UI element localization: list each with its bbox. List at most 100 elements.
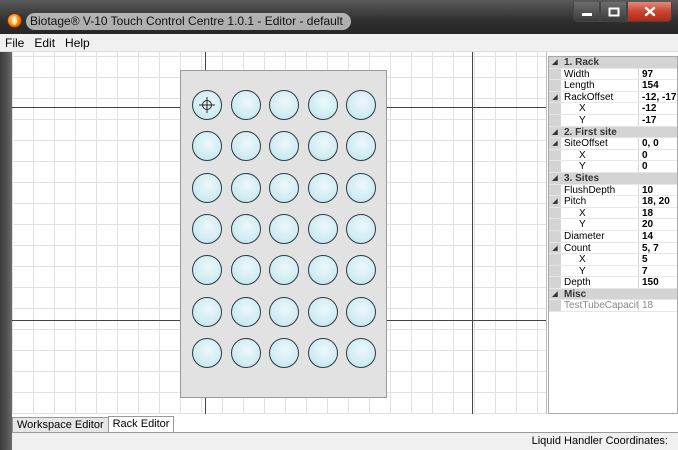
close-button[interactable]: [627, 2, 672, 22]
rack-well[interactable]: [346, 213, 376, 244]
rack-outline[interactable]: [180, 70, 387, 398]
property-row[interactable]: Depth 150: [549, 277, 677, 289]
property-value[interactable]: 0: [639, 150, 677, 161]
grid-gutter: [549, 161, 561, 172]
rack-editor-canvas[interactable]: [12, 52, 547, 414]
rack-well[interactable]: [307, 337, 338, 368]
rack-well[interactable]: [307, 172, 338, 203]
property-value[interactable]: 10: [639, 185, 677, 196]
rack-well[interactable]: [230, 255, 261, 286]
collapse-triangle-icon[interactable]: ◢: [549, 172, 561, 184]
property-name: Width: [561, 68, 639, 80]
rack-well[interactable]: [269, 296, 299, 327]
property-row[interactable]: Y -17: [549, 114, 677, 127]
property-row[interactable]: Width 97: [549, 68, 677, 81]
rack-well[interactable]: [192, 172, 222, 203]
collapse-triangle-icon[interactable]: ◢: [549, 138, 561, 149]
property-value[interactable]: 5, 7: [639, 243, 677, 254]
property-row[interactable]: ◢ RackOffset -12, -17: [549, 91, 677, 104]
property-row[interactable]: Y0: [549, 161, 677, 173]
property-category[interactable]: ◢ 1. Rack: [549, 57, 677, 69]
rack-well[interactable]: [307, 255, 338, 286]
rack-well[interactable]: [192, 296, 222, 327]
property-value[interactable]: -12: [639, 103, 677, 114]
property-value[interactable]: 97: [639, 69, 677, 80]
property-row[interactable]: X0: [549, 149, 677, 162]
property-row[interactable]: Y 20: [549, 219, 677, 231]
property-value[interactable]: 7: [639, 266, 677, 277]
rack-well[interactable]: [346, 337, 376, 368]
rack-well[interactable]: [307, 296, 338, 327]
property-value[interactable]: 5: [639, 254, 677, 265]
property-value[interactable]: -12, -17: [639, 92, 677, 103]
property-value[interactable]: 14: [639, 231, 677, 242]
property-row[interactable]: TestTubeCapacity 18: [549, 300, 677, 313]
property-row[interactable]: Length 154: [549, 80, 677, 92]
rack-well[interactable]: [192, 337, 222, 368]
property-grid[interactable]: ◢ 1. Rack Width 97 Length 154 ◢ RackOffset -12, …: [548, 56, 678, 414]
property-name: Length: [561, 80, 639, 91]
property-name: RackOffset: [561, 91, 639, 103]
property-value[interactable]: 154: [639, 80, 677, 91]
rack-well[interactable]: [269, 172, 299, 203]
rack-well[interactable]: [346, 131, 376, 162]
rack-well[interactable]: [307, 213, 338, 244]
property-value[interactable]: 20: [639, 219, 677, 230]
grid-gutter: [549, 149, 561, 161]
property-row[interactable]: X5: [549, 254, 677, 266]
rack-well[interactable]: [230, 213, 261, 244]
property-category[interactable]: ◢ Misc: [549, 288, 677, 301]
property-row[interactable]: Y7: [549, 265, 677, 278]
rack-well[interactable]: [269, 255, 299, 286]
property-row[interactable]: ◢ Pitch 18, 20: [549, 196, 677, 208]
tab-workspace-editor[interactable]: Workspace Editor: [12, 417, 109, 433]
property-row[interactable]: ◢ Count 5, 7: [549, 242, 677, 255]
rack-well[interactable]: [269, 90, 299, 120]
property-value[interactable]: 150: [639, 277, 677, 288]
property-row[interactable]: X 18: [549, 207, 677, 220]
maximize-button[interactable]: [600, 2, 627, 22]
collapse-triangle-icon[interactable]: ◢: [549, 126, 561, 138]
rack-well[interactable]: [230, 296, 261, 327]
rack-well-selected[interactable]: [192, 90, 222, 120]
property-value[interactable]: 0, 0: [639, 138, 677, 149]
property-value[interactable]: 18, 20: [639, 196, 677, 207]
property-category[interactable]: ◢ 3. Sites: [549, 172, 677, 185]
property-category[interactable]: ◢ 2. First site: [549, 126, 677, 139]
property-value[interactable]: 0: [639, 161, 677, 172]
rack-well[interactable]: [346, 296, 376, 327]
minimize-button[interactable]: [573, 2, 600, 22]
menu-file[interactable]: File: [0, 36, 29, 50]
rack-well[interactable]: [192, 131, 222, 162]
property-row[interactable]: FlushDepth 10: [549, 184, 677, 197]
rack-well[interactable]: [192, 255, 222, 286]
rack-well[interactable]: [230, 131, 261, 162]
rack-well[interactable]: [307, 131, 338, 162]
collapse-triangle-icon[interactable]: ◢: [549, 196, 561, 207]
menu-help[interactable]: Help: [60, 36, 95, 50]
menu-edit[interactable]: Edit: [29, 36, 60, 50]
property-name: Count: [561, 242, 639, 254]
property-row[interactable]: Diameter 14: [549, 230, 677, 243]
collapse-triangle-icon[interactable]: ◢: [549, 242, 561, 254]
rack-well[interactable]: [346, 255, 376, 286]
rack-well[interactable]: [346, 90, 376, 120]
rack-well[interactable]: [346, 172, 376, 203]
collapse-triangle-icon[interactable]: ◢: [549, 288, 561, 300]
tab-rack-editor[interactable]: Rack Editor: [107, 416, 175, 433]
grid-gutter: [549, 265, 561, 277]
property-row[interactable]: ◢ SiteOffset 0, 0: [549, 138, 677, 150]
rack-well[interactable]: [230, 337, 261, 368]
collapse-triangle-icon[interactable]: ◢: [549, 91, 561, 103]
rack-well[interactable]: [269, 337, 299, 368]
rack-well[interactable]: [230, 90, 261, 120]
rack-well[interactable]: [269, 131, 299, 162]
rack-well[interactable]: [230, 172, 261, 203]
rack-well[interactable]: [307, 90, 338, 120]
property-value[interactable]: 18: [639, 208, 677, 219]
rack-well[interactable]: [269, 213, 299, 244]
property-value[interactable]: -17: [639, 115, 677, 126]
collapse-triangle-icon[interactable]: ◢: [549, 57, 561, 68]
property-row[interactable]: X -12: [549, 103, 677, 115]
rack-well[interactable]: [192, 213, 222, 244]
